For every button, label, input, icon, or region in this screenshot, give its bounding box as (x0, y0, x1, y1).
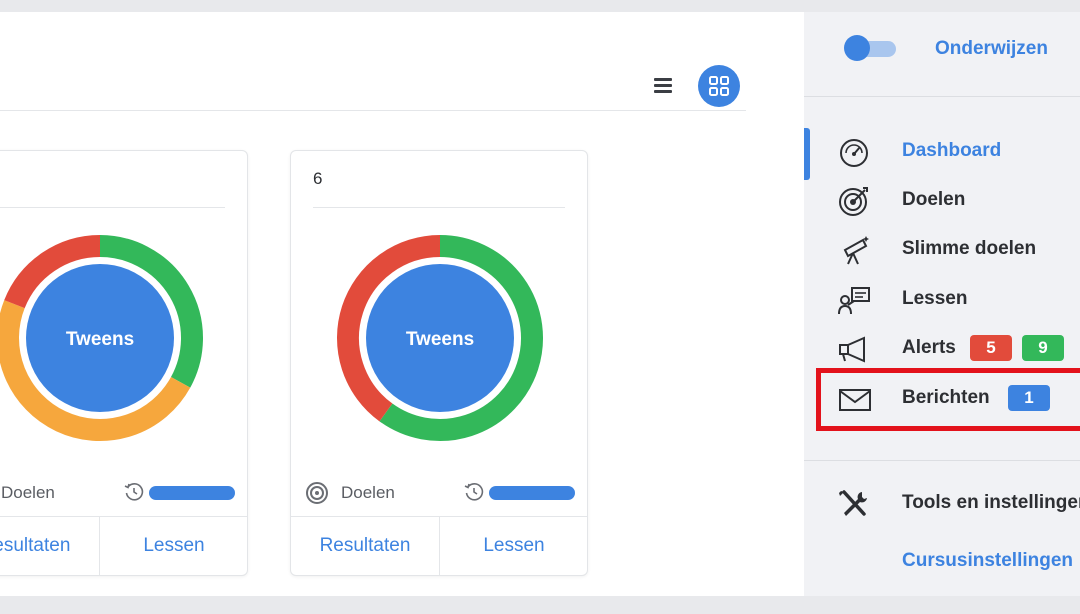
active-indicator (804, 128, 810, 180)
sidebar-item-tools[interactable]: Tools en instellingen (834, 482, 1080, 526)
tools-icon (839, 490, 867, 516)
progress-bar (489, 486, 575, 500)
lessons-button[interactable]: Lessen (440, 517, 588, 575)
group-donut-chart[interactable]: Tweens (335, 233, 545, 443)
target-icon (839, 187, 868, 216)
card-footer: Resultaten Lessen (0, 516, 247, 575)
menu-icon-line (654, 84, 672, 87)
mode-label[interactable]: Onderwijzen (935, 38, 1048, 60)
sidebar-item-goals[interactable]: Doelen (834, 179, 1080, 223)
sidebar-item-course-settings[interactable]: Cursusinstellingen (834, 540, 1080, 584)
group-donut-chart[interactable]: Tweens (0, 233, 205, 443)
goals-label: Doelen (1, 483, 55, 502)
progress-bar (149, 486, 235, 500)
sidebar-item-label: Slimme doelen (902, 238, 1037, 259)
toolbar-divider (0, 110, 746, 111)
card-meta: Doelen (305, 481, 575, 505)
sidebar-item-dashboard[interactable]: Dashboard (834, 130, 1080, 174)
mode-toggle[interactable] (844, 35, 896, 61)
telescope-icon (843, 236, 869, 265)
sidebar-item-label: Doelen (902, 189, 966, 210)
sidebar-item-label: Alerts (902, 337, 956, 358)
megaphone-icon (839, 336, 865, 363)
highlight-box (816, 368, 1080, 431)
grid-icon (709, 76, 729, 96)
sidebar-divider (804, 96, 1080, 97)
history-icon (124, 483, 144, 501)
sidebar-item-alerts[interactable]: Alerts 5 9 (834, 327, 1080, 371)
sidebar-item-lessons[interactable]: Lessen (834, 278, 1080, 322)
sidebar-item-label: Tools en instellingen (902, 492, 1080, 513)
list-view-button[interactable] (651, 75, 675, 97)
grid-view-button[interactable] (698, 65, 740, 107)
alerts-badge-red: 5 (970, 335, 1012, 361)
alerts-badge-green: 9 (1022, 335, 1064, 361)
card-divider (0, 207, 225, 208)
card-footer: Resultaten Lessen (291, 516, 587, 575)
presentation-icon (838, 287, 870, 315)
card-number: 6 (313, 169, 323, 188)
donut-center-label: Tweens (66, 329, 134, 350)
card-meta: Doelen (0, 481, 235, 505)
card-divider (313, 207, 565, 208)
menu-icon-line (654, 90, 672, 93)
lessons-button[interactable]: Lessen (100, 517, 248, 575)
results-button[interactable]: Resultaten (291, 517, 440, 575)
toggle-knob (844, 35, 870, 61)
sidebar: Onderwijzen Dashboard Doelen Slimme doel… (804, 12, 1080, 596)
sidebar-item-label: Dashboard (902, 140, 1002, 161)
goals-label: Doelen (341, 483, 395, 502)
group-card: 6 Tweens Doelen Resultaten Lessen (290, 150, 588, 576)
sidebar-item-label: Cursusinstellingen (902, 550, 1074, 571)
main-content: Tweens Doelen Resultaten Lessen 6 (0, 12, 804, 596)
sidebar-divider (804, 460, 1080, 461)
donut-center-label: Tweens (406, 329, 474, 350)
menu-icon (654, 78, 672, 81)
dashboard-gauge-icon (840, 139, 868, 167)
group-card: Tweens Doelen Resultaten Lessen (0, 150, 248, 576)
history-icon (464, 483, 484, 501)
results-button[interactable]: Resultaten (0, 517, 100, 575)
target-icon (306, 482, 328, 504)
sidebar-item-label: Lessen (902, 288, 968, 309)
sidebar-item-smart-goals[interactable]: Slimme doelen (834, 228, 1080, 272)
